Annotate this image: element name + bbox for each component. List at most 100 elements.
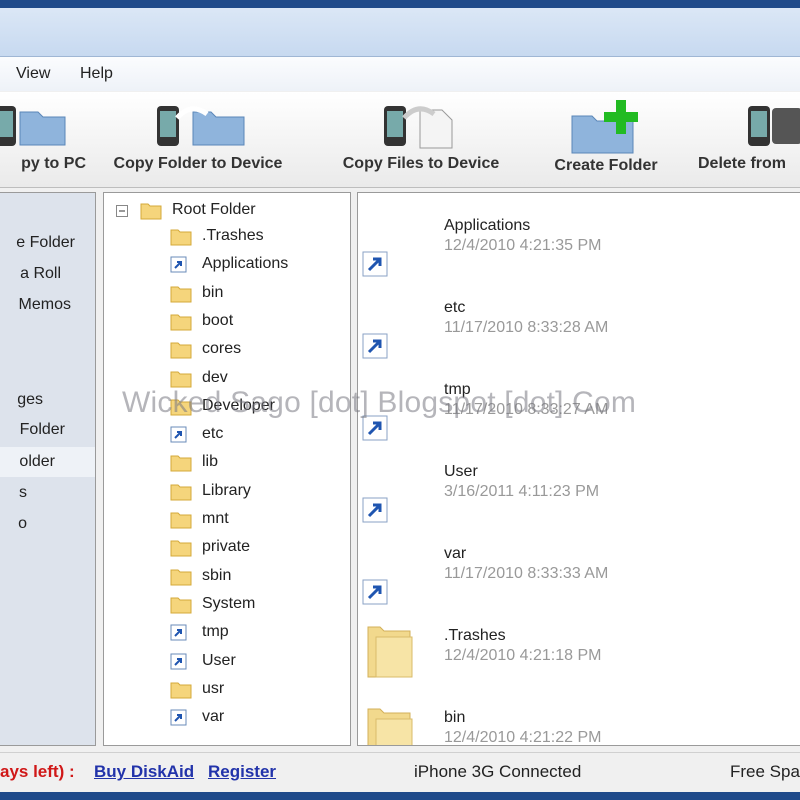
tree-item[interactable]: Applications [104,251,350,277]
tree-item[interactable]: mnt [104,506,350,532]
shortcut-icon [362,333,388,364]
tree-item[interactable]: dev [104,365,350,391]
tree-item[interactable]: lib [104,449,350,475]
folder-icon [170,593,192,620]
list-item[interactable]: tmp 11/17/2010 8:33:27 AM [358,381,800,463]
tree-item[interactable]: System [104,591,350,617]
shortcut-icon [362,579,388,610]
nav-item-voice-memos[interactable]: Memos [0,290,95,320]
tree-item-label: mnt [202,510,229,527]
list-item[interactable]: .Trashes 12/4/2010 4:21:18 PM [358,626,800,709]
list-item-name: Applications [444,217,531,234]
tree-item-label: var [202,708,225,726]
shortcut-icon [362,251,388,282]
tree-item[interactable]: User [104,648,350,674]
list-item[interactable]: bin 12/4/2010 4:21:22 PM [358,708,800,746]
copy-files-to-device-button[interactable]: Copy Files to Device [328,92,514,187]
folder-icon [140,199,162,226]
shortcut-icon [362,497,388,528]
tree-item-label: lib [202,453,219,471]
copy-folder-to-device-icon [157,106,245,146]
shortcut-icon [170,423,188,449]
tree-item[interactable]: sbin [104,563,350,589]
folder-icon [366,703,416,745]
list-item[interactable]: etc 11/17/2010 8:33:28 AM [358,299,800,381]
list-item[interactable]: var 11/17/2010 8:33:33 AM [358,545,800,627]
diskaid-window: View Help py to PC Copy Folder to Device [0,8,800,792]
tree-item-label: usr [202,679,225,697]
copy-files-to-device-icon [384,106,453,149]
tree-root-label: Root Folder [172,201,256,218]
tree-item-label: bin [202,283,224,301]
tree-item[interactable]: private [104,534,350,560]
nav-item-root-folder[interactable]: older [0,447,95,477]
tree-item[interactable]: etc [104,421,350,447]
title-bar [0,8,800,57]
shortcut-icon [170,253,188,279]
tree-item[interactable]: usr [104,676,350,702]
left-nav-panel: e Folder a Roll Memos ges Folder older s… [0,192,96,746]
tree-root-row[interactable]: Root Folder [104,197,350,223]
list-item-date: 11/17/2010 8:33:33 AM [444,565,609,582]
tree-item[interactable]: Developer [104,393,350,419]
list-item-date: 11/17/2010 8:33:27 AM [444,401,609,418]
folder-tree-panel: Root Folder .Trashes Applications bin boot c… [103,192,351,746]
tree-item-label: boot [202,311,234,329]
delete-from-device-icon [748,106,800,146]
nav-item-images[interactable]: ges [0,385,95,415]
delete-from-device-button[interactable]: Delete from [696,92,800,187]
menu-help[interactable]: Help [80,65,113,83]
tree-item[interactable]: bin [104,280,350,306]
folder-icon [170,565,192,592]
list-item[interactable]: User 3/16/2011 4:11:23 PM [358,463,800,545]
tree-item[interactable]: tmp [104,619,350,645]
free-space-label: Free Spa [730,762,800,781]
nav-item-o[interactable]: o [0,509,95,539]
tree-item-label: private [202,538,251,556]
menu-view[interactable]: View [16,65,50,83]
toolbar: py to PC Copy Folder to Device Copy File… [0,92,800,188]
register-link[interactable]: Register [208,762,276,782]
folder-icon [170,310,192,337]
folder-icon [170,225,192,252]
list-item[interactable]: Applications 12/4/2010 4:21:35 PM [358,217,800,299]
status-bar: ays left) : Buy DiskAid Register iPhone … [0,752,800,792]
nav-item-app-folder[interactable]: Folder [0,415,95,445]
shortcut-icon [170,706,188,732]
create-folder-button[interactable]: Create Folder [544,92,668,187]
folder-icon [170,338,192,365]
collapse-icon[interactable] [116,204,128,222]
tree-item[interactable]: .Trashes [104,223,350,249]
create-folder-icon [571,100,638,154]
folder-icon [366,621,416,686]
folder-icon [170,282,192,309]
trial-days-left: ays left) : [0,762,75,781]
list-item-name: tmp [444,381,471,398]
menu-bar: View Help [0,57,800,91]
copy-folder-to-device-button[interactable]: Copy Folder to Device [98,92,298,187]
window-frame-bottom [0,792,800,800]
folder-icon [170,480,192,507]
tree-item[interactable]: var [104,704,350,730]
tree-item-label: tmp [202,623,229,641]
nav-item-blank[interactable] [0,321,95,351]
list-item-name: .Trashes [444,627,506,644]
tree-item-label: .Trashes [202,227,264,244]
file-list-panel: Applications 12/4/2010 4:21:35 PM etc 11/17… [357,192,800,746]
list-item-date: 12/4/2010 4:21:22 PM [444,729,602,746]
nav-item-camera-roll[interactable]: a Roll [0,259,95,289]
shortcut-icon [170,650,188,676]
copy-to-pc-button[interactable]: py to PC [0,92,90,187]
folder-icon [170,536,192,563]
tree-item[interactable]: boot [104,308,350,334]
buy-diskaid-link[interactable]: Buy DiskAid [94,762,194,782]
tree-item[interactable]: cores [104,336,350,362]
list-item-name: User [444,463,478,480]
list-item-name: bin [444,709,466,726]
list-item-date: 11/17/2010 8:33:28 AM [444,319,609,336]
nav-item-folder[interactable]: e Folder [0,228,95,258]
shortcut-icon [170,621,188,647]
tree-item-label: User [202,651,236,669]
nav-item-s[interactable]: s [0,478,95,508]
tree-item[interactable]: Library [104,478,350,504]
